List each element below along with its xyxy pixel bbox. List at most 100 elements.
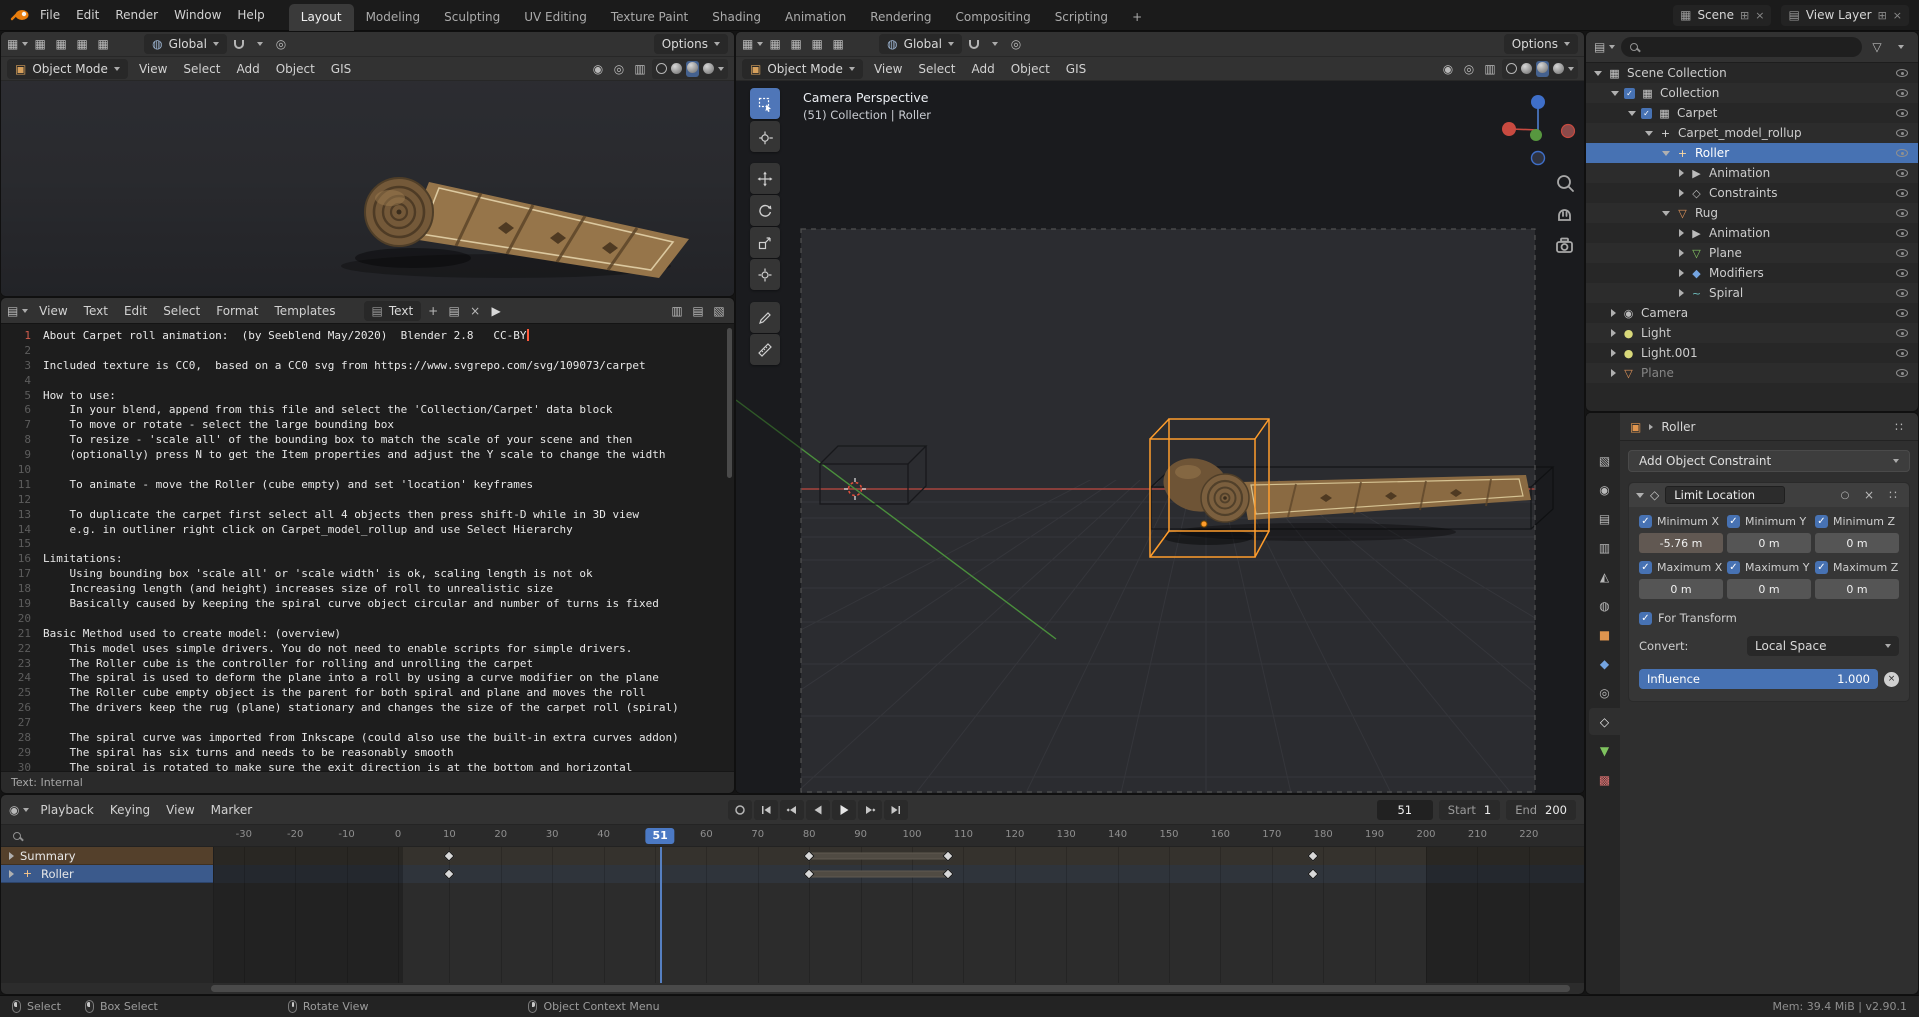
proportional-edit-icon[interactable]: ◎: [1007, 35, 1025, 53]
workspace-tab-animation[interactable]: Animation: [773, 4, 858, 31]
visibility-eye-icon[interactable]: [1896, 289, 1908, 297]
timeline-horizontal-scrollbar[interactable]: [211, 985, 1570, 992]
workspace-tab-modeling[interactable]: Modeling: [354, 4, 433, 31]
viewport-secondary-menu-gis[interactable]: GIS: [323, 59, 359, 79]
tool-cursor-button[interactable]: [750, 121, 780, 152]
expand-closed-icon[interactable]: [1611, 349, 1616, 357]
text-editor-menu-edit[interactable]: Edit: [116, 301, 155, 321]
expand-closed-icon[interactable]: [1679, 249, 1684, 257]
expand-closed-icon[interactable]: [1679, 229, 1684, 237]
workspace-tab-shading[interactable]: Shading: [700, 4, 773, 31]
text-datablock-selector[interactable]: ▤ Text: [364, 301, 422, 321]
expand-open-icon[interactable]: [1662, 151, 1670, 156]
properties-tab-view-layer[interactable]: ▥: [1589, 534, 1620, 561]
syntax-highlight-toggle-icon[interactable]: ▧: [710, 302, 728, 320]
overlays-toggle-icon[interactable]: ◎: [1460, 60, 1478, 78]
outliner-row-carpet-model-rollup[interactable]: +Carpet_model_rollup: [1586, 123, 1918, 143]
blender-logo-icon[interactable]: [10, 6, 30, 24]
constraint-close-icon[interactable]: ×: [1860, 486, 1878, 504]
tool-rotate-button[interactable]: [750, 195, 780, 226]
overlays-toggle-icon[interactable]: ◎: [610, 60, 628, 78]
expand-closed-icon[interactable]: [1611, 329, 1616, 337]
workspace-tab-uv-editing[interactable]: UV Editing: [512, 4, 599, 31]
outliner-row-spiral[interactable]: ~Spiral: [1586, 283, 1918, 303]
visibility-eye-icon[interactable]: [1896, 209, 1908, 217]
editor-type-icon[interactable]: ▤: [1594, 38, 1615, 56]
topbar-menu-render[interactable]: Render: [107, 5, 166, 25]
visibility-eye-icon[interactable]: [1896, 89, 1908, 97]
next-keyframe-button[interactable]: [858, 800, 882, 820]
tool-annotate-button[interactable]: [750, 302, 780, 333]
expand-closed-icon[interactable]: [1679, 169, 1684, 177]
topbar-menu-help[interactable]: Help: [229, 5, 272, 25]
mode-grid-icon-4[interactable]: ▦: [829, 35, 847, 53]
gizmo-toggle-icon[interactable]: ◉: [589, 60, 607, 78]
topbar-menu-edit[interactable]: Edit: [68, 5, 107, 25]
properties-tab-modifiers[interactable]: ◆: [1589, 650, 1620, 677]
run-script-icon[interactable]: ▶: [487, 302, 505, 320]
shading-solid-icon[interactable]: [1521, 63, 1532, 74]
scene-selector[interactable]: ▦ Scene ⊞ ×: [1673, 5, 1771, 26]
topbar-menu-window[interactable]: Window: [166, 5, 229, 25]
expand-closed-icon[interactable]: [1679, 269, 1684, 277]
expand-open-icon[interactable]: [1594, 71, 1602, 76]
outliner-row-plane[interactable]: ▽Plane: [1586, 363, 1918, 383]
properties-tab-render[interactable]: ◉: [1589, 476, 1620, 503]
workspace-tab-layout[interactable]: Layout: [289, 4, 354, 31]
shading-solid-icon[interactable]: [671, 63, 682, 74]
shading-wireframe-icon[interactable]: [656, 63, 667, 74]
gizmo-neg-x-axis[interactable]: [1562, 125, 1575, 138]
gizmo-toggle-icon[interactable]: ◉: [1439, 60, 1457, 78]
proportional-edit-icon[interactable]: ◎: [272, 35, 290, 53]
visibility-eye-icon[interactable]: [1896, 149, 1908, 157]
unlink-text-icon[interactable]: ×: [466, 302, 484, 320]
influence-decorator-button[interactable]: ×: [1884, 672, 1899, 687]
outliner-row-rug[interactable]: ▽Rug: [1586, 203, 1918, 223]
outliner-row-modifiers[interactable]: ◆Modifiers: [1586, 263, 1918, 283]
constraint-name-field[interactable]: Limit Location: [1665, 486, 1785, 504]
expand-closed-icon[interactable]: [1679, 289, 1684, 297]
timeline-menu-view[interactable]: View: [158, 800, 202, 820]
expand-open-icon[interactable]: [1628, 111, 1636, 116]
timeline-menu-playback[interactable]: Playback: [32, 800, 102, 820]
gizmo-x-axis[interactable]: [1502, 122, 1516, 136]
gizmo-y-axis[interactable]: [1530, 129, 1542, 141]
visibility-eye-icon[interactable]: [1896, 309, 1908, 317]
editor-type-icon[interactable]: ▦: [7, 35, 28, 53]
editor-type-icon[interactable]: ◉: [9, 801, 29, 819]
properties-options-icon[interactable]: ∷: [1890, 418, 1908, 436]
constraint-minimum-x-value[interactable]: -5.76 m: [1639, 533, 1723, 553]
text-editor-menu-select[interactable]: Select: [155, 301, 208, 321]
constraint-maximum-z-value[interactable]: 0 m: [1815, 579, 1899, 599]
properties-tab-constraints[interactable]: ◇: [1589, 708, 1620, 735]
viewport-main-menu-object[interactable]: Object: [1003, 59, 1058, 79]
outliner-row-roller[interactable]: +Roller: [1586, 143, 1918, 163]
jump-to-end-button[interactable]: [884, 800, 908, 820]
viewport-main-menu-gis[interactable]: GIS: [1058, 59, 1094, 79]
xray-toggle-icon[interactable]: ▥: [1481, 60, 1499, 78]
outliner-row-animation[interactable]: ▶Animation: [1586, 223, 1918, 243]
minimum-y-checkbox[interactable]: ✓: [1727, 515, 1740, 528]
constraint-minimum-z-value[interactable]: 0 m: [1815, 533, 1899, 553]
visibility-eye-icon[interactable]: [1896, 109, 1908, 117]
outliner-search-input[interactable]: [1621, 37, 1862, 57]
timeline-menu-marker[interactable]: Marker: [203, 800, 260, 820]
influence-slider[interactable]: Influence 1.000: [1639, 669, 1878, 689]
mode-grid-icon-1[interactable]: ▦: [31, 35, 49, 53]
visibility-eye-icon[interactable]: [1896, 329, 1908, 337]
expand-closed-icon[interactable]: [1679, 189, 1684, 197]
tool-select-box-button[interactable]: [750, 88, 780, 119]
add-constraint-button[interactable]: Add Object Constraint: [1628, 450, 1910, 472]
constraint-drag-handle-icon[interactable]: ∷: [1884, 486, 1902, 504]
timeline-lanes[interactable]: Summary+Roller: [1, 847, 1584, 983]
mode-grid-icon-1[interactable]: ▦: [766, 35, 784, 53]
timeline-ruler[interactable]: -30-20-100102030406070809010011012013014…: [1, 825, 1584, 847]
outliner-row-camera[interactable]: ◉Camera: [1586, 303, 1918, 323]
collection-checkbox[interactable]: ✓: [1624, 88, 1635, 99]
viewport-secondary-menu-add[interactable]: Add: [228, 59, 267, 79]
outliner-row-plane[interactable]: ▽Plane: [1586, 243, 1918, 263]
current-frame-badge[interactable]: 51: [645, 828, 674, 844]
maximum-z-checkbox[interactable]: ✓: [1815, 561, 1828, 574]
panel-expand-icon[interactable]: [1636, 493, 1644, 498]
constraint-maximum-x-value[interactable]: 0 m: [1639, 579, 1723, 599]
